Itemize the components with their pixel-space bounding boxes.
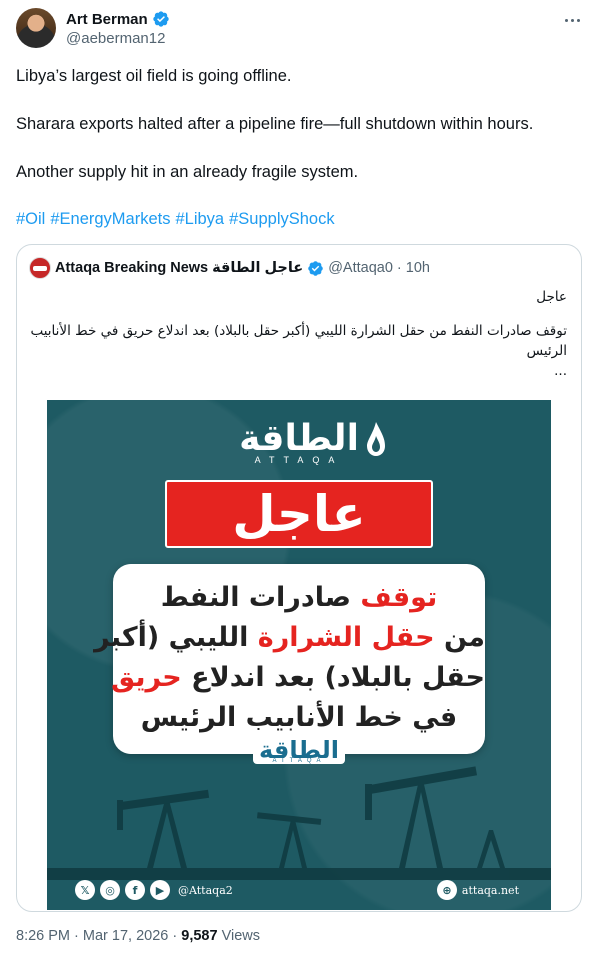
quoted-handle: @Attaqa0 — [328, 260, 393, 276]
urgent-banner: عاجل — [165, 480, 433, 548]
website-link: ⊕ attaqa.net — [436, 880, 519, 900]
author-name-row: Art Berman — [66, 10, 170, 28]
youtube-icon: ▶ — [150, 880, 170, 900]
author-name[interactable]: Art Berman — [66, 11, 148, 28]
verified-badge-icon — [308, 260, 323, 276]
attaqa-logo: الطاقة ATTAQA — [47, 418, 551, 465]
quoted-tweet[interactable]: Attaqa Breaking News عاجل الطاقة @Attaqa… — [16, 244, 582, 912]
views-count: 9,587 — [181, 928, 218, 944]
post-date[interactable]: Mar 17, 2026 — [83, 928, 168, 944]
quoted-image[interactable]: الطاقة ATTAQA عاجل توقف صادرات النفط من … — [47, 400, 551, 910]
quoted-ellipsis: ... — [554, 363, 567, 379]
separator-dot: · — [172, 928, 178, 944]
post-time[interactable]: 8:26 PM — [16, 928, 70, 944]
headline-highlight: حريق — [111, 662, 182, 693]
social-links: 𝕏 ◎ f ▶ @Attaqa2 — [75, 880, 233, 900]
headline-line-3: حقل بالبلاد) بعد اندلاع حريق — [111, 658, 485, 698]
tweet-line-2: Sharara exports halted after a pipeline … — [16, 115, 534, 133]
tweet-line-3: Another supply hit in an already fragile… — [16, 163, 359, 181]
hashtag-link[interactable]: #EnergyMarkets — [50, 210, 170, 228]
small-attaqa-logo: الطاقة ATTAQA — [47, 736, 551, 764]
headline-highlight: حقل الشرارة — [257, 622, 435, 653]
headline-text: الليبي (أكبر — [94, 622, 258, 653]
headline-text: من — [434, 622, 485, 653]
website-text: attaqa.net — [461, 883, 519, 897]
quoted-time: 10h — [405, 260, 430, 276]
x-logo-icon: 𝕏 — [75, 880, 95, 900]
separator-dot: · — [396, 260, 402, 276]
quoted-text-line-2: الرئيس — [526, 343, 567, 359]
quoted-text-line-1: توقف صادرات النفط من حقل الشرارة الليبي … — [30, 323, 567, 339]
author-handle[interactable]: @aeberman12 — [66, 30, 165, 47]
instagram-icon: ◎ — [100, 880, 120, 900]
urgent-label: عاجل — [232, 485, 366, 543]
hashtag-link[interactable]: #SupplyShock — [229, 210, 335, 228]
quoted-author-name: Attaqa Breaking News عاجل الطاقة — [55, 260, 304, 276]
verified-badge-icon — [153, 11, 169, 27]
quoted-label: عاجل — [536, 289, 567, 305]
banner-footer: 𝕏 ◎ f ▶ @Attaqa2 ⊕ attaqa.net — [47, 874, 551, 910]
hashtags: #Oil #EnergyMarkets #Libya #SupplyShock — [16, 207, 340, 231]
separator-dot: · — [74, 928, 79, 944]
logo-arabic: الطاقة — [239, 418, 359, 459]
hashtag-link[interactable]: #Oil — [16, 210, 45, 228]
quoted-header: Attaqa Breaking News عاجل الطاقة @Attaqa… — [29, 257, 430, 279]
headline-line-2: من حقل الشرارة الليبي (أكبر — [94, 618, 485, 658]
tweet-meta: 8:26 PM · Mar 17, 2026 · 9,587 Views — [16, 928, 260, 944]
social-handle: @Attaqa2 — [178, 883, 233, 897]
headline-card: توقف صادرات النفط من حقل الشرارة الليبي … — [94, 564, 485, 754]
views-label: Views — [221, 928, 261, 944]
headline-text: حقل بالبلاد) بعد اندلاع — [181, 662, 485, 693]
headline-text: صادرات النفط — [160, 582, 361, 613]
logo-english: ATTAQA — [254, 455, 344, 465]
tweet-header: Art Berman @aeberman12 — [16, 8, 586, 52]
small-logo-english: ATTAQA — [272, 758, 326, 764]
quoted-avatar[interactable] — [29, 257, 51, 279]
headline-line-4: في خط الأنابيب الرئيس — [140, 702, 458, 733]
headline-line-1: توقف صادرات النفط — [113, 578, 485, 618]
tweet-line-1: Libya’s largest oil field is going offli… — [16, 67, 292, 85]
headline-highlight: توقف — [360, 582, 438, 613]
more-options-icon[interactable] — [560, 10, 584, 30]
hashtag-link[interactable]: #Libya — [175, 210, 224, 228]
author-avatar[interactable] — [16, 8, 56, 48]
globe-icon: ⊕ — [436, 880, 457, 900]
flame-drop-icon — [367, 422, 385, 456]
facebook-icon: f — [125, 880, 145, 900]
